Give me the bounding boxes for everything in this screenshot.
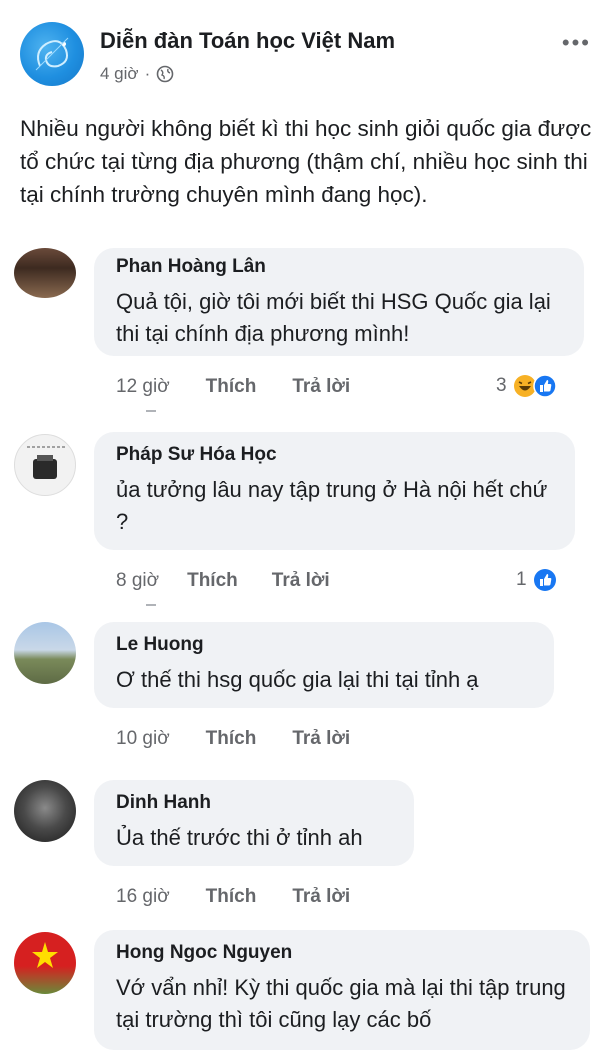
post-text: Nhiều người không biết kì thi học sinh g… (20, 116, 592, 207)
comment-author[interactable]: Pháp Sư Hóa Học (116, 444, 555, 466)
reply-button[interactable]: Trả lời (292, 886, 350, 908)
avatar[interactable] (14, 248, 76, 298)
more-dots-icon[interactable]: ••• (562, 30, 591, 56)
like-icon (533, 569, 556, 591)
comment-time[interactable]: 8 giờ (116, 570, 159, 592)
post-meta: 4 giờ · (100, 64, 174, 84)
post-header: Diễn đàn Toán học Việt Nam 4 giờ · ••• (0, 0, 613, 100)
comment-time[interactable]: 10 giờ (116, 728, 170, 750)
comment-text: Quả tội, giờ tôi mới biết thi HSG Quốc g… (116, 289, 551, 346)
reply-button[interactable]: Trả lời (292, 728, 350, 750)
globe-icon (156, 65, 174, 83)
like-button[interactable]: Thích (206, 886, 257, 908)
reaction-summary[interactable]: 1 (516, 568, 557, 592)
comment-author[interactable]: Hong Ngoc Nguyen (116, 942, 570, 964)
comment-actions: 10 giờ Thích Trả lời (116, 728, 350, 750)
comment-author[interactable]: Dinh Hanh (116, 792, 394, 814)
comment-author[interactable]: Le Huong (116, 634, 534, 656)
avatar[interactable] (14, 434, 76, 496)
like-icon (532, 374, 557, 398)
reply-button[interactable]: Trả lời (292, 376, 350, 398)
comment-author[interactable]: Phan Hoàng Lân (116, 256, 564, 278)
page-name[interactable]: Diễn đàn Toán học Việt Nam (100, 28, 395, 54)
comment-bubble: Hong Ngoc Nguyen Vớ vẩn nhỉ! Kỳ thi quốc… (94, 930, 590, 1050)
comment-bubble: Dinh Hanh Ủa thế trước thi ở tỉnh ah (94, 780, 414, 866)
like-button[interactable]: Thích (206, 728, 257, 750)
comment-text: Vớ vẩn nhỉ! Kỳ thi quốc gia mà lại thi t… (116, 975, 566, 1032)
like-button[interactable]: Thích (206, 376, 257, 398)
comment-text: ủa tưởng lâu nay tập trung ở Hà nội hết … (116, 477, 548, 534)
page-avatar[interactable] (20, 22, 84, 86)
comment-actions: 16 giờ Thích Trả lời (116, 886, 350, 908)
comment-text: Ủa thế trước thi ở tỉnh ah (116, 825, 363, 850)
avatar[interactable] (14, 622, 76, 684)
reply-button[interactable]: Trả lời (272, 570, 330, 592)
like-button[interactable]: Thích (187, 570, 238, 592)
comment-time[interactable]: 12 giờ (116, 376, 170, 398)
avatar[interactable] (14, 780, 76, 842)
comment-bubble: Phan Hoàng Lân Quả tội, giờ tôi mới biết… (94, 248, 584, 356)
comment-bubble: Le Huong Ơ thế thi hsg quốc gia lại thi … (94, 622, 554, 708)
post-time[interactable]: 4 giờ (100, 64, 139, 84)
avatar[interactable] (14, 932, 76, 994)
meta-separator: · (144, 64, 151, 83)
comment-text: Ơ thế thi hsg quốc gia lại thi tại tỉnh … (116, 667, 479, 692)
reaction-count: 1 (516, 569, 527, 590)
comment-time[interactable]: 16 giờ (116, 886, 170, 908)
comment-bubble: Pháp Sư Hóa Học ủa tưởng lâu nay tập tru… (94, 432, 575, 550)
divider (146, 604, 156, 606)
comment-actions: 12 giờ Thích Trả lời (116, 376, 350, 398)
divider (146, 410, 156, 412)
reaction-count: 3 (496, 375, 507, 396)
reaction-summary[interactable]: 3 (496, 374, 557, 398)
comment-actions: 8 giờ Thích Trả lời (116, 570, 330, 592)
